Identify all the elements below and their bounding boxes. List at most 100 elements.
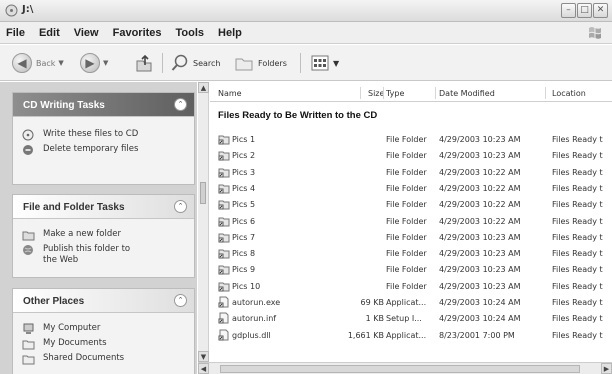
scroll-down-arrow[interactable]: ▼: [198, 351, 209, 362]
scroll-left-arrow[interactable]: ◀: [198, 363, 209, 374]
collapse-icon[interactable]: ⌃: [174, 98, 187, 111]
cell-date-modified: 4/29/2003 10:24 AM: [439, 314, 521, 324]
table-row[interactable]: Pics 5 File Folder 4/29/2003 10:22 AM Files…: [210, 197, 612, 212]
collapse-icon[interactable]: ⌃: [174, 294, 187, 307]
cell-location: Files Ready t: [552, 281, 603, 291]
column-headers: Name Size Type Date Modified Location: [210, 85, 612, 102]
folder-shortcut-icon: [218, 217, 230, 226]
back-button[interactable]: ◀ Back ▼: [12, 53, 64, 73]
table-row[interactable]: autorun.inf 1 KB Setup I... 4/29/2003 10:24…: [210, 311, 612, 326]
column-header-size[interactable]: Size: [368, 89, 384, 98]
file-shortcut-icon: [218, 296, 229, 308]
task-write-to-cd[interactable]: Write these files to CD: [13, 129, 194, 141]
cell-type: File Folder: [386, 216, 427, 226]
cell-name: Pics 10: [232, 281, 261, 291]
back-label: Back: [36, 58, 56, 68]
table-row[interactable]: Pics 9 File Folder 4/29/2003 10:23 AM Files…: [210, 262, 612, 277]
table-row[interactable]: Pics 2 File Folder 4/29/2003 10:23 AM Files…: [210, 148, 612, 163]
menu-file[interactable]: File: [6, 27, 25, 39]
cell-date-modified: 4/29/2003 10:22 AM: [439, 216, 521, 226]
table-row[interactable]: Pics 6 File Folder 4/29/2003 10:22 AM Files…: [210, 214, 612, 229]
menu-favorites[interactable]: Favorites: [113, 27, 162, 39]
table-row[interactable]: autorun.exe 69 KB Applicat... 4/29/2003 10:…: [210, 295, 612, 310]
table-row[interactable]: Pics 10 File Folder 4/29/2003 10:23 AM File…: [210, 279, 612, 294]
panel-header[interactable]: CD Writing Tasks ⌃: [13, 93, 194, 117]
delete-files-icon: [23, 145, 33, 155]
horizontal-scrollbar[interactable]: ◀ ▶: [198, 362, 612, 374]
minimize-button[interactable]: –: [561, 3, 576, 18]
cell-location: Files Ready t: [552, 298, 603, 307]
panel-header[interactable]: File and Folder Tasks ⌃: [13, 195, 194, 219]
chevron-down-icon: ▼: [333, 58, 340, 68]
table-row[interactable]: gdplus.dll 1,661 KB Applicat... 8/23/2001 7…: [210, 328, 612, 343]
table-row[interactable]: Pics 3 File Folder 4/29/2003 10:22 AM Files…: [210, 165, 612, 180]
cell-location: Files Ready t: [552, 216, 603, 226]
folders-icon: [235, 58, 253, 71]
task-delete-temp-files[interactable]: Delete temporary files: [13, 144, 194, 155]
collapse-icon[interactable]: ⌃: [174, 200, 187, 213]
cell-date-modified: 4/29/2003 10:22 AM: [439, 200, 521, 210]
search-icon: [171, 54, 188, 71]
search-button[interactable]: Search: [170, 53, 220, 73]
cell-date-modified: 4/29/2003 10:22 AM: [439, 183, 521, 193]
views-button[interactable]: ▼: [310, 53, 339, 73]
cell-name: autorun.inf: [232, 314, 277, 324]
up-folder-button[interactable]: [134, 53, 154, 73]
file-folder-tasks-panel: File and Folder Tasks ⌃ Make a new folde…: [12, 194, 195, 278]
cell-type: File Folder: [386, 265, 427, 275]
forward-button[interactable]: ▶ ▼: [80, 53, 108, 73]
cd-drive-icon: [5, 4, 18, 17]
cell-size: 1,661 KB: [347, 330, 384, 340]
column-header-type[interactable]: Type: [386, 89, 404, 98]
column-header-date-modified[interactable]: Date Modified: [439, 89, 495, 98]
task-publish-web[interactable]: Publish this folder to the Web: [13, 244, 143, 266]
column-header-name[interactable]: Name: [218, 89, 242, 98]
column-header-location[interactable]: Location: [552, 89, 586, 98]
cell-date-modified: 4/29/2003 10:23 AM: [439, 232, 521, 242]
menu-help[interactable]: Help: [218, 27, 242, 39]
other-places-panel: Other Places ⌃ My Computer My Documents …: [12, 288, 195, 374]
panel-title: File and Folder Tasks: [23, 202, 125, 213]
cell-location: Files Ready t: [552, 232, 603, 242]
cell-name: Pics 4: [232, 183, 256, 193]
cd-writing-tasks-panel: CD Writing Tasks ⌃ Write these files to …: [12, 92, 195, 185]
scroll-thumb[interactable]: [200, 182, 206, 204]
table-row[interactable]: Pics 7 File Folder 4/29/2003 10:23 AM Files…: [210, 230, 612, 245]
panel-header[interactable]: Other Places ⌃: [13, 289, 194, 313]
table-row[interactable]: Pics 1 File Folder 4/29/2003 10:23 AM Files…: [210, 132, 612, 147]
cell-name: Pics 3: [232, 167, 256, 177]
menu-tools[interactable]: Tools: [176, 27, 205, 39]
write-cd-icon: [22, 129, 34, 141]
folder-shortcut-icon: [218, 135, 230, 145]
table-row[interactable]: Pics 4 File Folder 4/29/2003 10:22 AM Files…: [210, 181, 612, 196]
cell-name: Pics 7: [232, 232, 256, 242]
place-my-computer[interactable]: My Computer: [13, 323, 194, 334]
cell-date-modified: 4/29/2003 10:23 AM: [439, 249, 521, 259]
cell-location: Files Ready t: [552, 265, 603, 275]
folder-shortcut-icon: [218, 200, 230, 210]
scroll-thumb[interactable]: [220, 365, 580, 373]
cell-name: gdplus.dll: [232, 330, 271, 340]
menu-view[interactable]: View: [74, 27, 99, 39]
shared-folder-icon: [22, 355, 35, 365]
place-shared-documents[interactable]: Shared Documents: [13, 353, 194, 365]
title-bar: J:\ – □ ✕: [0, 0, 612, 22]
folders-button[interactable]: Folders: [234, 53, 287, 73]
close-button[interactable]: ✕: [593, 3, 608, 18]
panel-title: Other Places: [23, 296, 85, 307]
file-list: ▲ ▼ Name Size Type Date Modified Locatio…: [198, 82, 612, 374]
table-row[interactable]: Pics 8 File Folder 4/29/2003 10:23 AM Files…: [210, 246, 612, 261]
vertical-scrollbar[interactable]: ▲ ▼: [198, 82, 209, 362]
cell-location: Files Ready t: [552, 183, 603, 193]
folders-label: Folders: [258, 58, 287, 68]
menu-edit[interactable]: Edit: [39, 27, 60, 39]
maximize-button[interactable]: □: [577, 3, 592, 18]
scroll-up-arrow[interactable]: ▲: [198, 82, 209, 93]
scroll-right-arrow[interactable]: ▶: [601, 363, 612, 374]
folder-shortcut-icon: [218, 282, 230, 292]
cell-type: Setup I...: [386, 314, 422, 324]
task-make-new-folder[interactable]: Make a new folder: [13, 229, 194, 241]
place-my-documents[interactable]: My Documents: [13, 338, 194, 350]
window-title: J:\: [22, 4, 34, 15]
group-header: Files Ready to Be Written to the CD: [218, 110, 378, 121]
